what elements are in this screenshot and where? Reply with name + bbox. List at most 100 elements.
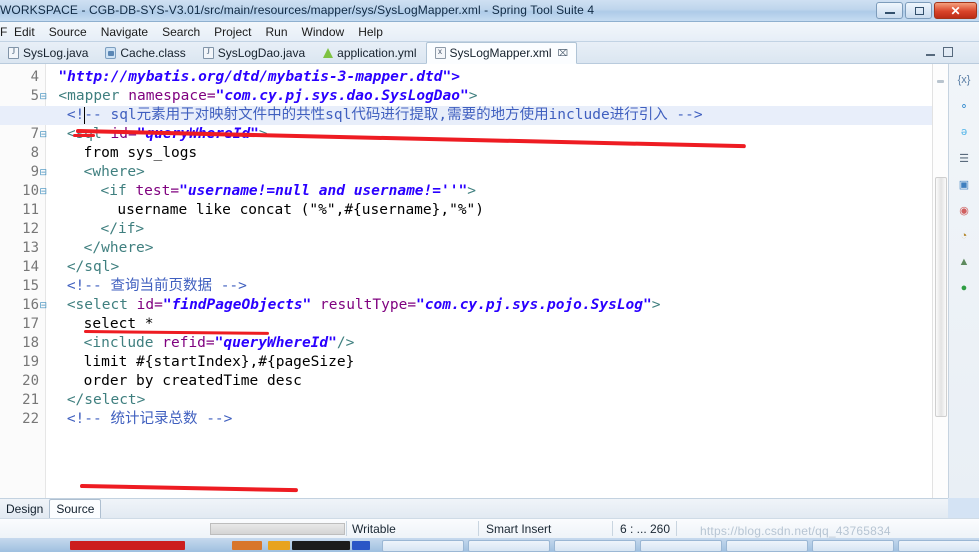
editor-tab-application-yml[interactable]: application.yml: [314, 42, 425, 64]
editor-tab-label: SysLog.java: [23, 46, 89, 60]
code-token: <include: [83, 335, 163, 351]
java-file-icon: [8, 47, 19, 59]
editor-tab-syslog-java[interactable]: SysLog.java: [0, 42, 97, 64]
code-line[interactable]: <if test="username!=null and username!='…: [101, 182, 476, 201]
code-token: resultType=: [320, 297, 417, 313]
maximize-button[interactable]: [905, 2, 932, 19]
editor-vertical-scrollbar[interactable]: [932, 64, 948, 498]
line-number: 13: [22, 240, 39, 256]
code-line[interactable]: username like concat ("%",#{username},"%…: [117, 201, 484, 220]
console-icon[interactable]: ▣: [954, 174, 974, 194]
taskbar-button[interactable]: [812, 540, 894, 552]
view-minimize-icon[interactable]: [926, 53, 935, 56]
code-area[interactable]: "http://mybatis.org/dtd/mybatis-3-mapper…: [0, 64, 948, 498]
yml-file-icon: [322, 47, 334, 59]
taskbar-item[interactable]: [292, 541, 350, 550]
menu-item-edit[interactable]: Edit: [7, 23, 42, 41]
editor-tabs: SysLog.java Cache.class SysLogDao.java appl…: [0, 42, 577, 64]
line-number-gutter: 45⊟67⊟89⊟10⊟111213141516⊟171819202122: [0, 64, 47, 498]
tab-close-icon[interactable]: ⌧: [558, 48, 568, 59]
menu-item-source[interactable]: Source: [42, 23, 94, 41]
code-line[interactable]: limit #{startIndex},#{pageSize}: [84, 353, 355, 372]
line-number: 4: [30, 69, 39, 85]
editor-tab-label: SysLogDao.java: [217, 46, 306, 60]
code-line[interactable]: "http://mybatis.org/dtd/mybatis-3-mapper…: [58, 68, 460, 87]
code-token: username like concat ("%",#{username},"%…: [117, 202, 485, 218]
code-line[interactable]: </where>: [84, 239, 154, 258]
menu-item-file[interactable]: File: [0, 23, 7, 41]
code-token: >: [467, 183, 476, 199]
code-token: "username!=null and username!=''": [179, 183, 468, 199]
code-line[interactable]: <mapper namespace="com.cy.pj.sys.dao.Sys…: [58, 87, 477, 106]
code-token: namespace=: [128, 88, 216, 104]
code-line[interactable]: <select id="findPageObjects" resultType=…: [67, 296, 661, 315]
taskbar-button[interactable]: [468, 540, 550, 552]
caret-pointer-tick: [73, 134, 95, 137]
code-token: "com.cy.pj.sys.pojo.SysLog": [416, 297, 652, 313]
history-icon[interactable]: ◔: [954, 226, 974, 246]
text-caret: [84, 107, 85, 124]
editor-mode-tab-source[interactable]: Source: [49, 499, 102, 518]
line-number: 10: [22, 183, 39, 199]
code-line[interactable]: <where>: [84, 163, 145, 182]
hierarchy-icon[interactable]: ⚬: [954, 96, 974, 116]
code-editor[interactable]: 45⊟67⊟89⊟10⊟111213141516⊟171819202122 "h…: [0, 64, 948, 498]
taskbar-item[interactable]: [352, 541, 370, 550]
view-icon-rail: {x} ⚬ ə ☰ ▣ ◉ ◔ ▲ ●: [948, 64, 979, 498]
code-line[interactable]: </if>: [101, 220, 145, 239]
line-number: 22: [22, 411, 39, 427]
editor-tab-syslogdao-java[interactable]: SysLogDao.java: [195, 42, 314, 64]
code-line[interactable]: <!-- 统计记录总数 -->: [67, 410, 233, 429]
taskbar-button[interactable]: [640, 540, 722, 552]
menu-item-search[interactable]: Search: [155, 23, 207, 41]
line-number: 14: [22, 259, 39, 275]
minimize-icon: [885, 12, 895, 14]
line-number: 16: [22, 297, 39, 313]
menu-item-window[interactable]: Window: [295, 23, 352, 41]
code-line[interactable]: </select>: [67, 391, 146, 410]
beans-graph-icon[interactable]: ə: [954, 122, 974, 142]
code-line[interactable]: from sys_logs: [84, 144, 198, 163]
line-number: 19: [22, 354, 39, 370]
problems-icon[interactable]: ◉: [954, 200, 974, 220]
taskbar-button[interactable]: [898, 540, 979, 552]
code-line[interactable]: </sql>: [67, 258, 119, 277]
minimize-button[interactable]: [876, 2, 903, 19]
line-number: 21: [22, 392, 39, 408]
os-taskbar[interactable]: [0, 538, 979, 552]
scrollbar-thumb[interactable]: [935, 177, 947, 417]
code-token: "http://mybatis.org/dtd/mybatis-3-mapper…: [58, 69, 460, 85]
menu-item-project[interactable]: Project: [207, 23, 258, 41]
code-line[interactable]: <include refid="queryWhereId"/>: [84, 334, 355, 353]
taskbar-item[interactable]: [268, 541, 290, 550]
taskbar-button[interactable]: [382, 540, 464, 552]
taskbar-button[interactable]: [554, 540, 636, 552]
taskbar-item[interactable]: [232, 541, 262, 550]
menu-item-run[interactable]: Run: [258, 23, 294, 41]
servers-icon[interactable]: ▲: [954, 252, 974, 272]
taskbar-button[interactable]: [726, 540, 808, 552]
code-line[interactable]: <!-- 查询当前页数据 -->: [67, 277, 247, 296]
menu-item-help[interactable]: Help: [351, 23, 390, 41]
line-number: 12: [22, 221, 39, 237]
boot-dashboard-icon[interactable]: ●: [954, 278, 974, 298]
view-maximize-icon[interactable]: [943, 47, 953, 57]
code-line[interactable]: order by createdTime desc: [84, 372, 302, 391]
line-number: 7: [30, 126, 39, 142]
status-divider: [676, 521, 677, 536]
code-token: "com.cy.pj.sys.dao.SysLogDao": [215, 88, 469, 104]
title-bar: WORKSPACE - CGB-DB-SYS-V3.01/src/main/re…: [0, 0, 979, 22]
taskbar-item[interactable]: [70, 541, 185, 550]
outline-icon[interactable]: {x}: [954, 70, 974, 90]
editor-tab-syslogmapper-xml[interactable]: SysLogMapper.xml ⌧: [425, 42, 577, 64]
code-token: <where>: [83, 164, 145, 180]
close-button[interactable]: ✕: [934, 2, 977, 19]
properties-icon[interactable]: ☰: [954, 148, 974, 168]
menu-item-navigate[interactable]: Navigate: [94, 23, 155, 41]
editor-tab-cache-class[interactable]: Cache.class: [97, 42, 194, 64]
line-number: 9: [30, 164, 39, 180]
code-line[interactable]: <!-- sql元素用于对映射文件中的共性sql代码进行提取,需要的地方使用in…: [67, 106, 703, 125]
editor-mode-tab-design[interactable]: Design: [0, 500, 49, 518]
status-divider: [612, 521, 613, 536]
